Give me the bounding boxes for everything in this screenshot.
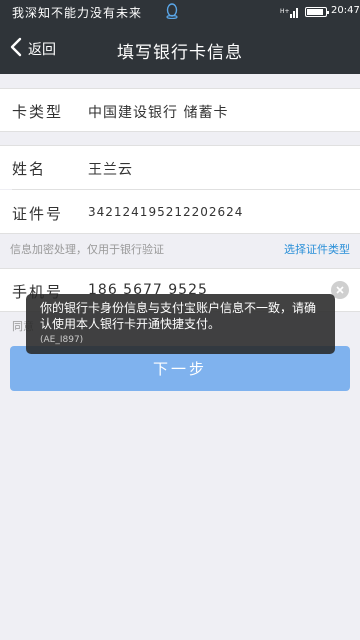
divider <box>0 233 360 234</box>
name-row[interactable]: 姓名 王兰云 <box>0 145 360 189</box>
name-value: 王兰云 <box>88 162 133 178</box>
id-number-value: 342124195212202624 <box>88 205 244 219</box>
id-number-row[interactable]: 证件号 342124195212202624 <box>0 190 360 234</box>
card-type-row[interactable]: 卡类型 中国建设银行 储蓄卡 <box>0 88 360 132</box>
nav-bar: 返回 填写银行卡信息 <box>0 24 360 74</box>
divider <box>12 189 360 190</box>
svg-text:H+: H+ <box>280 8 290 15</box>
page-title: 填写银行卡信息 <box>117 43 243 63</box>
name-label: 姓名 <box>12 160 47 178</box>
qq-penguin-icon <box>166 3 178 22</box>
error-toast: 你的银行卡身份信息与支付宝账户信息不一致，请确认使用本人银行卡开通快捷支付。 (… <box>26 294 335 354</box>
status-time: 20:47 <box>331 5 360 16</box>
close-icon <box>336 286 344 294</box>
id-number-label: 证件号 <box>12 205 64 223</box>
divider <box>0 88 360 89</box>
card-type-label: 卡类型 <box>12 103 64 121</box>
signal-icon: H+ <box>280 6 300 21</box>
card-type-value: 中国建设银行 储蓄卡 <box>88 105 229 121</box>
divider <box>0 145 360 146</box>
divider <box>0 131 360 132</box>
battery-icon <box>305 7 329 17</box>
status-bar: 我深知不能力没有未来 H+ 20:47 <box>0 0 360 24</box>
select-id-type-link[interactable]: 选择证件类型 <box>284 241 350 257</box>
toast-error-code: (AE_I897) <box>40 335 84 345</box>
encryption-hint: 信息加密处理，仅用于银行验证 <box>10 243 164 256</box>
divider <box>0 268 360 269</box>
toast-message: 你的银行卡身份信息与支付宝账户信息不一致，请确认使用本人银行卡开通快捷支付。 <box>40 301 317 331</box>
status-carrier-text: 我深知不能力没有未来 <box>12 6 143 20</box>
battery-level <box>307 9 324 15</box>
